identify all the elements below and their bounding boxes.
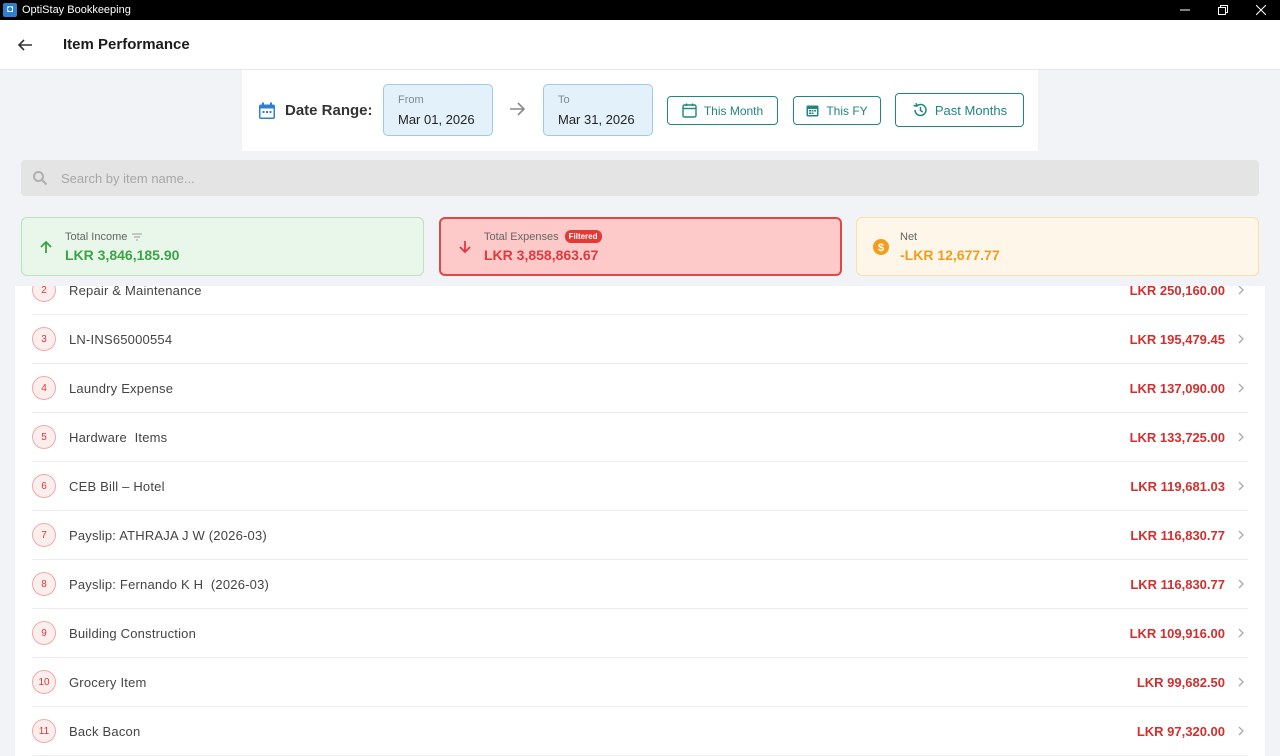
arrow-right-icon	[510, 102, 526, 116]
item-name: Building Construction	[69, 625, 197, 641]
arrow-down-icon	[456, 238, 474, 256]
date-range-panel: Date Range: From Mar 01, 2026 To Mar 31,…	[242, 70, 1038, 151]
item-amount: LKR 116,830.77	[1130, 576, 1225, 592]
list-item[interactable]: 9 Building Construction LKR 109,916.00	[32, 609, 1248, 658]
item-name: Back Bacon	[69, 723, 141, 739]
item-amount: LKR 97,320.00	[1136, 723, 1225, 739]
rank-badge: 6	[32, 474, 56, 498]
window-controls	[1166, 0, 1280, 20]
chevron-right-icon	[1238, 677, 1244, 687]
rank-badge: 11	[32, 719, 56, 743]
page-title: Item Performance	[63, 36, 190, 53]
item-name: Repair & Maintenance	[69, 286, 202, 298]
total-income-value: LKR 3,846,185.90	[65, 246, 180, 263]
rank-badge: 7	[32, 523, 56, 547]
from-label: From	[398, 94, 424, 106]
history-icon	[913, 103, 927, 117]
to-label: To	[558, 94, 570, 106]
filter-icon	[132, 232, 143, 241]
window-titlebar: ◘ OptiStay Bookkeeping	[0, 0, 1280, 20]
this-fy-button[interactable]: This FY	[793, 96, 881, 125]
search-input[interactable]	[61, 170, 661, 186]
item-name: CEB Bill – Hotel	[69, 478, 165, 494]
rank-badge: 3	[32, 327, 56, 351]
item-amount: LKR 119,681.03	[1130, 478, 1225, 494]
list-item[interactable]: 6 CEB Bill – Hotel LKR 119,681.03	[32, 462, 1248, 511]
list-item[interactable]: 10 Grocery Item LKR 99,682.50	[32, 658, 1248, 707]
minimize-icon[interactable]	[1166, 0, 1204, 20]
item-name: Hardware Items	[69, 429, 168, 445]
list-item[interactable]: 4 Laundry Expense LKR 137,090.00	[32, 364, 1248, 413]
from-value: Mar 01, 2026	[398, 112, 475, 127]
total-income-card[interactable]: Total Income LKR 3,846,185.90	[21, 217, 424, 276]
rank-badge: 5	[32, 425, 56, 449]
total-expenses-value: LKR 3,858,863.67	[484, 247, 599, 263]
to-value: Mar 31, 2026	[558, 112, 635, 127]
list-item[interactable]: 5 Hardware Items LKR 133,725.00	[32, 413, 1248, 462]
restore-icon[interactable]	[1204, 0, 1242, 20]
rank-badge: 10	[32, 670, 56, 694]
rank-badge: 2	[32, 286, 56, 302]
item-name: LN-INS65000554	[69, 331, 173, 347]
date-range-label: Date Range:	[285, 102, 373, 119]
item-name: Payslip: Fernando K H (2026-03)	[69, 576, 270, 592]
item-list: 2 Repair & Maintenance LKR 250,160.00 3 LN-I…	[15, 286, 1265, 756]
to-date-field[interactable]: To Mar 31, 2026	[543, 84, 653, 136]
total-expenses-card[interactable]: Total Expenses Filtered LKR 3,858,863.67	[439, 217, 842, 276]
rank-badge: 9	[32, 621, 56, 645]
chevron-right-icon	[1238, 383, 1244, 393]
app-icon: ◘	[3, 3, 17, 17]
dollar-coin-icon: $	[872, 238, 890, 256]
past-months-label: Past Months	[934, 102, 1008, 118]
chevron-right-icon	[1238, 481, 1244, 491]
search-bar	[21, 160, 1259, 196]
rank-badge: 8	[32, 572, 56, 596]
chevron-right-icon	[1238, 286, 1244, 295]
item-amount: LKR 99,682.50	[1136, 674, 1225, 690]
chevron-right-icon	[1238, 432, 1244, 442]
svg-text:$: $	[878, 242, 884, 254]
item-amount: LKR 133,725.00	[1129, 429, 1225, 445]
filtered-badge: Filtered	[564, 230, 602, 243]
this-month-label: This Month	[703, 103, 764, 118]
this-fy-label: This FY	[826, 103, 868, 118]
list-item[interactable]: 11 Back Bacon LKR 97,320.00	[32, 707, 1248, 756]
calendar-icon	[682, 103, 697, 118]
close-icon[interactable]	[1242, 0, 1280, 20]
arrow-up-icon	[37, 238, 55, 256]
rank-badge: 4	[32, 376, 56, 400]
list-item[interactable]: 7 Payslip: ATHRAJA J W (2026-03) LKR 116,8…	[32, 511, 1248, 560]
list-item[interactable]: 3 LN-INS65000554 LKR 195,479.45	[32, 315, 1248, 364]
total-expenses-label: Total Expenses	[484, 230, 559, 243]
item-amount: LKR 195,479.45	[1129, 331, 1225, 347]
chevron-right-icon	[1238, 334, 1244, 344]
item-amount: LKR 116,830.77	[1130, 527, 1225, 543]
item-amount: LKR 109,916.00	[1129, 625, 1225, 641]
item-name: Grocery Item	[69, 674, 147, 690]
back-arrow-icon[interactable]	[12, 32, 38, 58]
app-header: Item Performance	[0, 20, 1280, 70]
calendar-icon	[259, 102, 275, 119]
list-item[interactable]: 2 Repair & Maintenance LKR 250,160.00	[32, 286, 1248, 315]
window-title: OptiStay Bookkeeping	[22, 4, 131, 16]
past-months-button[interactable]: Past Months	[895, 93, 1024, 127]
net-label: Net	[900, 230, 918, 243]
chevron-right-icon	[1238, 726, 1244, 736]
search-icon	[33, 171, 48, 186]
item-name: Laundry Expense	[69, 380, 174, 396]
net-value: -LKR 12,677.77	[900, 246, 1000, 263]
net-card[interactable]: $ Net -LKR 12,677.77	[856, 217, 1259, 276]
total-income-label: Total Income	[65, 230, 128, 243]
chevron-right-icon	[1238, 579, 1244, 589]
list-item[interactable]: 8 Payslip: Fernando K H (2026-03) LKR 116,…	[32, 560, 1248, 609]
calendar-grid-icon	[806, 105, 819, 117]
item-amount: LKR 137,090.00	[1129, 380, 1225, 396]
this-month-button[interactable]: This Month	[667, 96, 778, 125]
from-date-field[interactable]: From Mar 01, 2026	[383, 84, 493, 136]
chevron-right-icon	[1238, 530, 1244, 540]
chevron-right-icon	[1238, 628, 1244, 638]
item-amount: LKR 250,160.00	[1129, 286, 1225, 298]
item-name: Payslip: ATHRAJA J W (2026-03)	[69, 527, 267, 543]
